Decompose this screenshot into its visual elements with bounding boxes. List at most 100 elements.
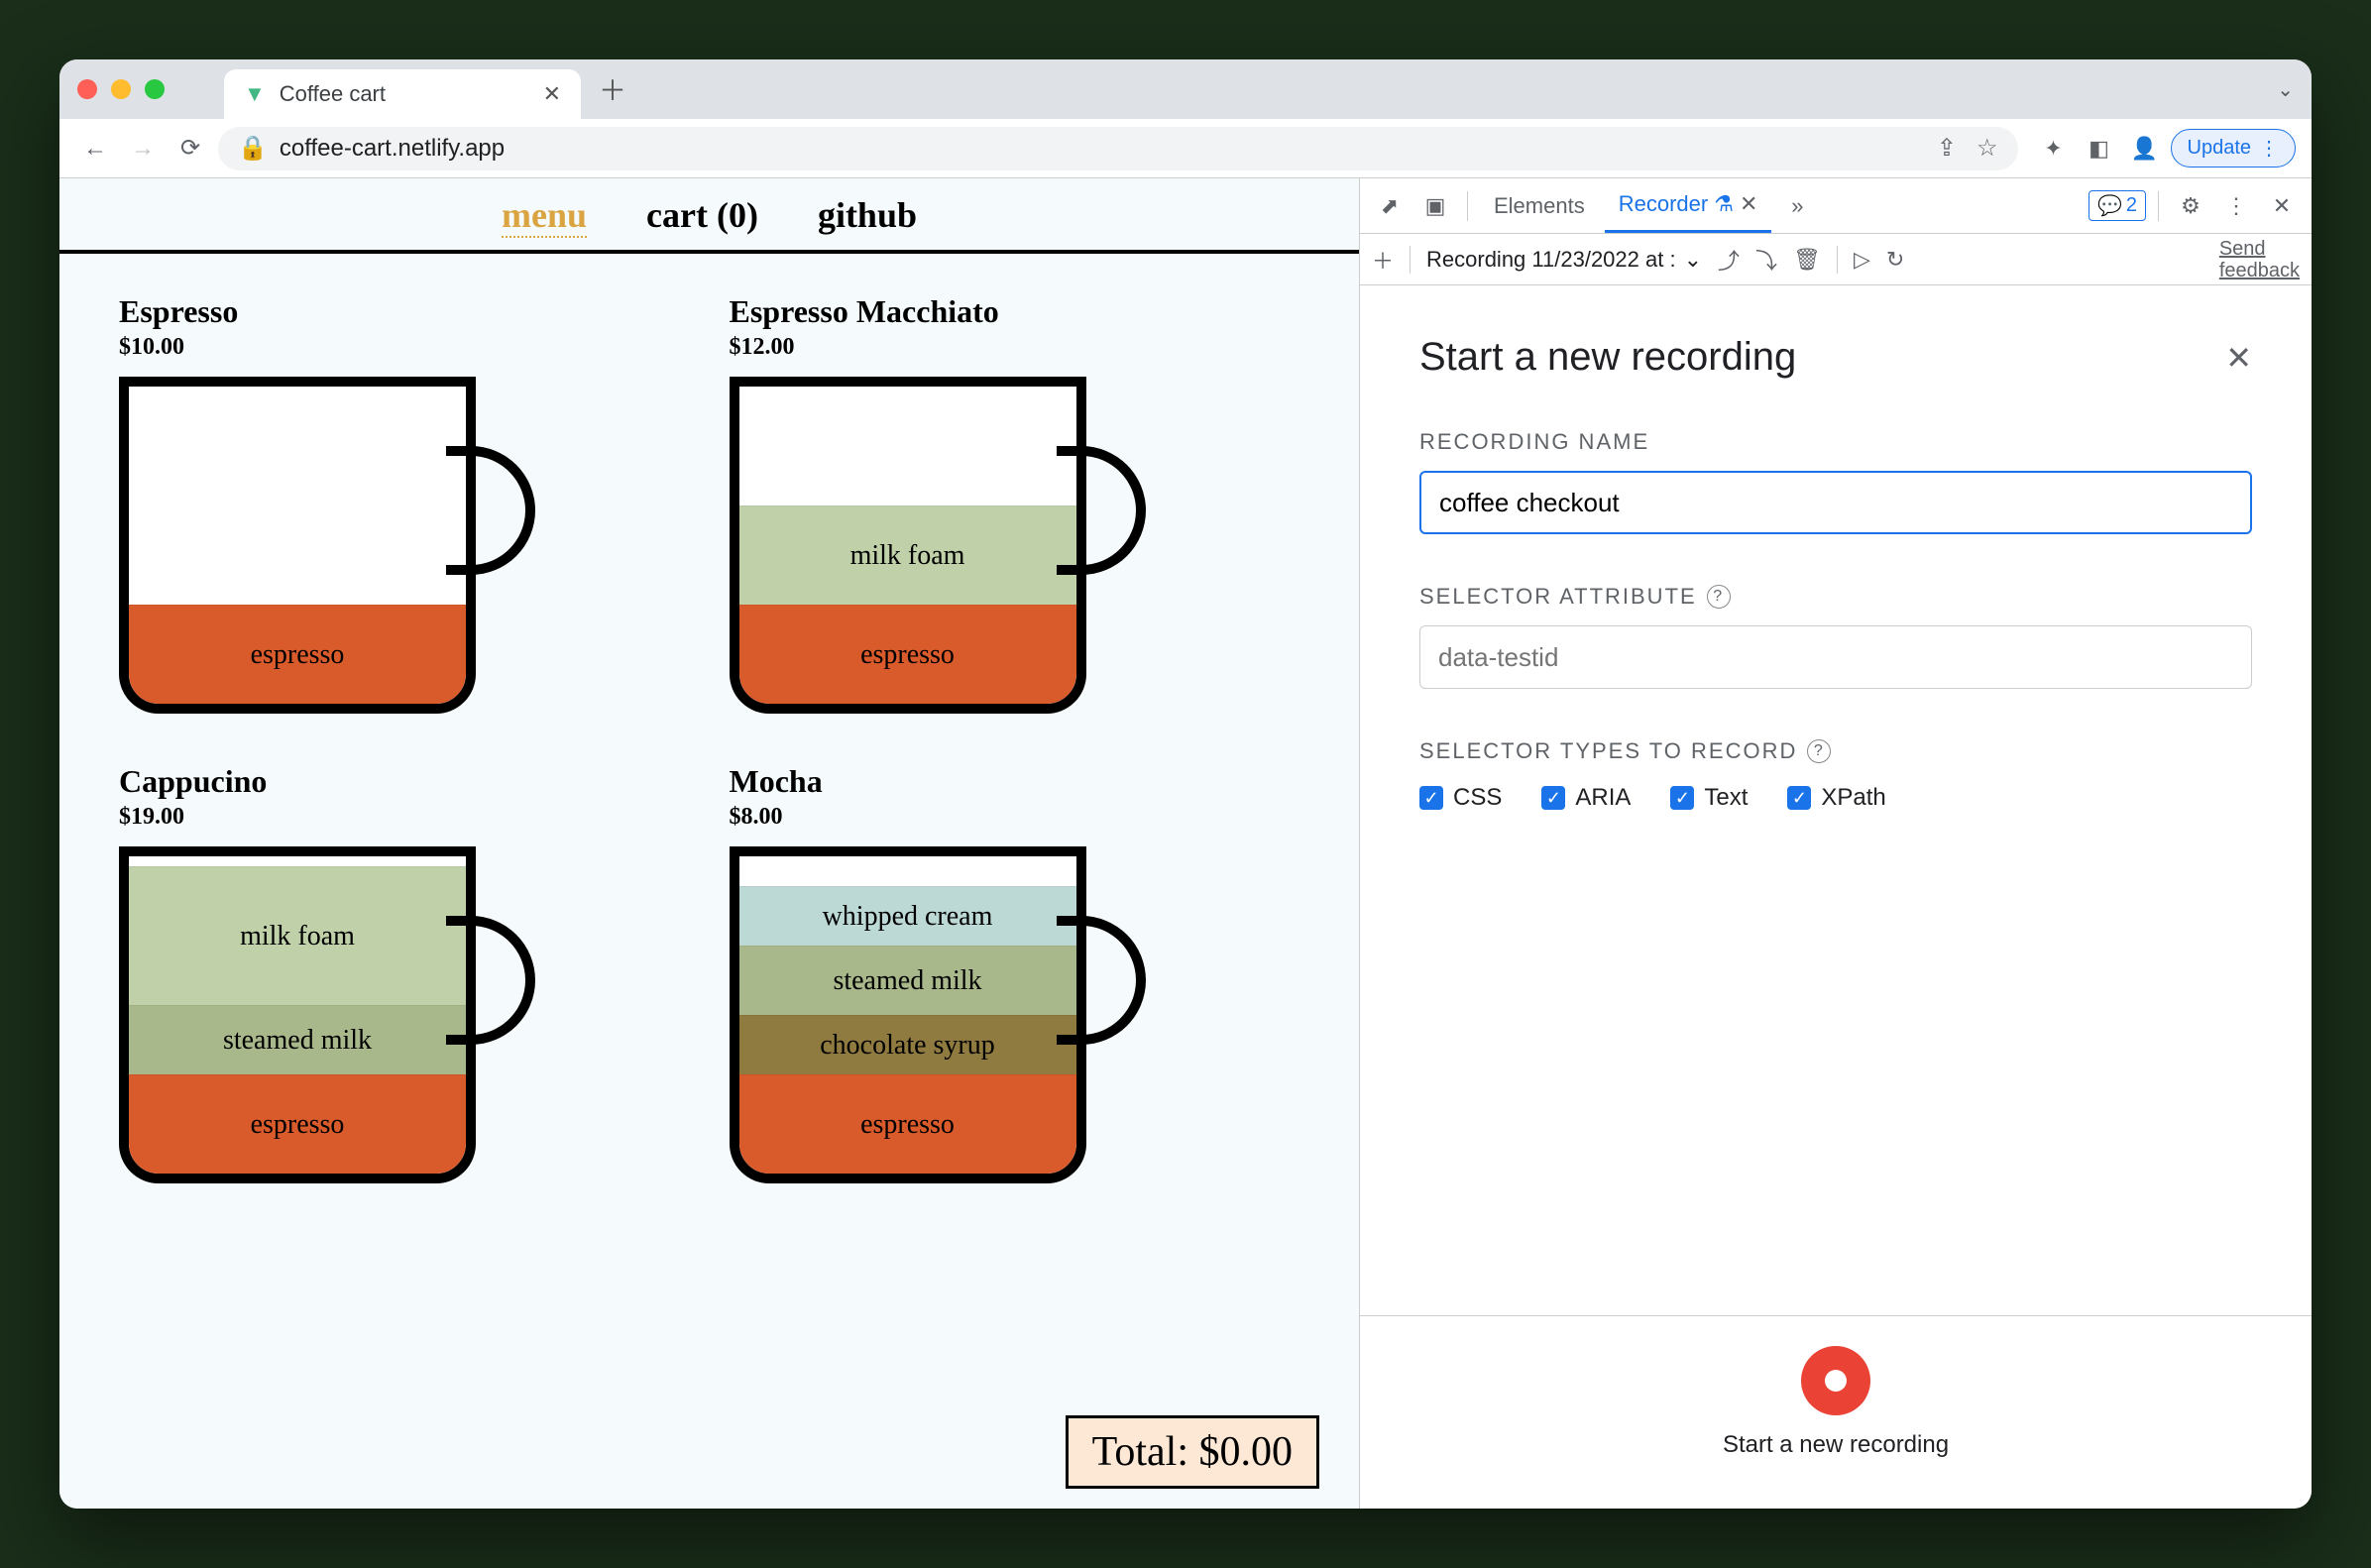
product-card[interactable]: Espresso $10.00 espresso [119, 293, 690, 733]
message-icon: 💬 [2097, 193, 2122, 218]
back-button[interactable]: ← [75, 129, 115, 168]
close-window-button[interactable] [77, 79, 97, 99]
recorder-form: Start a new recording ✕ RECORDING NAME S… [1360, 285, 2312, 1315]
lock-icon: 🔒 [238, 134, 268, 163]
address-bar: ← → ⟳ 🔒 coffee-cart.netlify.app ⇪ ☆ ✦ ◧ … [59, 119, 2312, 178]
maximize-window-button[interactable] [145, 79, 165, 99]
cup-handle-icon [1057, 916, 1146, 1045]
tab-elements[interactable]: Elements [1480, 178, 1599, 233]
selector-attribute-input[interactable] [1419, 625, 2252, 689]
cup-icon: milk foamsteamed milkespresso [119, 846, 476, 1183]
checkbox-text[interactable]: ✓Text [1670, 784, 1748, 812]
recording-name-label: RECORDING NAME [1419, 429, 2252, 455]
start-recording-button[interactable] [1801, 1346, 1870, 1415]
devtools-panel: ⬈ ▣ Elements Recorder ⚗ ✕ » 💬 2 ⚙ ⋮ ✕ [1360, 178, 2312, 1509]
recording-name-input[interactable] [1419, 471, 2252, 534]
new-tab-button[interactable]: ＋ [599, 69, 626, 109]
titlebar: ▼ Coffee cart ✕ ＋ ⌄ [59, 59, 2312, 119]
cup-icon: whipped creamsteamed milkchocolate syrup… [730, 846, 1086, 1183]
help-icon[interactable]: ? [1807, 739, 1831, 763]
product-price: $19.00 [119, 804, 690, 831]
minimize-window-button[interactable] [111, 79, 131, 99]
vue-favicon-icon: ▼ [244, 81, 266, 107]
cup-layer: chocolate syrup [739, 1015, 1076, 1074]
tab-recorder[interactable]: Recorder ⚗ ✕ [1605, 178, 1772, 233]
page-content: menu cart (0) github Espresso $10.00 esp… [59, 178, 1360, 1509]
export-icon[interactable]: ⤵ [1755, 244, 1777, 276]
bookmark-icon[interactable]: ☆ [1976, 134, 1998, 163]
product-price: $12.00 [730, 334, 1300, 361]
cart-total[interactable]: Total: $0.00 [1066, 1415, 1319, 1489]
new-recording-icon[interactable]: ＋ [1372, 244, 1394, 276]
cup-icon: milk foamespresso [730, 377, 1086, 714]
nav-menu[interactable]: menu [502, 194, 587, 238]
recorder-toolbar: ＋ Recording 11/23/2022 at : ⌄ ⤴ ⤵ 🗑 ▷ ↻ … [1360, 234, 2312, 285]
send-feedback-link[interactable]: Sendfeedback [2219, 238, 2300, 281]
cup-layer: milk foam [739, 505, 1076, 605]
delete-icon[interactable]: 🗑 [1793, 247, 1821, 273]
close-devtools-icon[interactable]: ✕ [2262, 193, 2302, 219]
recorder-footer: Start a new recording [1360, 1315, 2312, 1509]
product-name: Espresso Macchiato [730, 293, 1300, 330]
panel-title: Start a new recording ✕ [1419, 335, 2252, 380]
help-icon[interactable]: ? [1707, 585, 1731, 609]
cup-layer: espresso [129, 605, 466, 704]
cup-layer: espresso [739, 1074, 1076, 1174]
tab-title: Coffee cart [280, 81, 386, 107]
checkbox-aria[interactable]: ✓ARIA [1541, 784, 1631, 812]
settings-icon[interactable]: ⚙ [2171, 193, 2210, 219]
sidepanel-icon[interactable]: ◧ [2080, 129, 2119, 168]
issues-badge[interactable]: 💬 2 [2089, 190, 2146, 221]
menu-grid: Espresso $10.00 espresso Espresso Macchi… [59, 254, 1359, 1243]
share-icon[interactable]: ⇪ [1937, 134, 1957, 163]
checkbox-css[interactable]: ✓CSS [1419, 784, 1502, 812]
product-name: Espresso [119, 293, 690, 330]
update-button[interactable]: Update⋮ [2171, 129, 2297, 168]
checkbox-xpath[interactable]: ✓XPath [1787, 784, 1885, 812]
product-card[interactable]: Cappucino $19.00 milk foamsteamed milkes… [119, 763, 690, 1203]
extensions-icon[interactable]: ✦ [2034, 129, 2074, 168]
nav-github[interactable]: github [818, 194, 917, 238]
cup-layer: espresso [739, 605, 1076, 704]
inspect-icon[interactable]: ⬈ [1370, 193, 1410, 219]
import-icon[interactable]: ⤴ [1718, 244, 1740, 276]
flask-icon: ⚗ [1714, 191, 1734, 217]
cup-icon: espresso [119, 377, 476, 714]
close-tab-icon[interactable]: ✕ [543, 81, 561, 107]
cup-layer: steamed milk [739, 946, 1076, 1015]
close-tab-icon[interactable]: ✕ [1740, 191, 1757, 217]
product-name: Cappucino [119, 763, 690, 800]
product-price: $10.00 [119, 334, 690, 361]
step-icon[interactable]: ↻ [1886, 247, 1904, 273]
selector-types-label: SELECTOR TYPES TO RECORD ? [1419, 738, 2252, 764]
nav-cart[interactable]: cart (0) [646, 194, 758, 238]
browser-window: ▼ Coffee cart ✕ ＋ ⌄ ← → ⟳ 🔒 coffee-cart.… [59, 59, 2312, 1509]
cup-layer: whipped cream [739, 886, 1076, 946]
start-recording-label: Start a new recording [1360, 1431, 2312, 1459]
tabs-menu-icon[interactable]: ⌄ [2277, 77, 2294, 102]
forward-button[interactable]: → [123, 129, 163, 168]
selector-attribute-label: SELECTOR ATTRIBUTE ? [1419, 584, 2252, 610]
product-card[interactable]: Espresso Macchiato $12.00 milk foamespre… [730, 293, 1300, 733]
cup-handle-icon [446, 916, 535, 1045]
devtools-tabbar: ⬈ ▣ Elements Recorder ⚗ ✕ » 💬 2 ⚙ ⋮ ✕ [1360, 178, 2312, 234]
cup-layer: espresso [129, 1074, 466, 1174]
page-nav: menu cart (0) github [59, 178, 1359, 254]
play-icon[interactable]: ▷ [1854, 247, 1870, 273]
product-card[interactable]: Mocha $8.00 whipped creamsteamed milkcho… [730, 763, 1300, 1203]
reload-button[interactable]: ⟳ [170, 129, 210, 168]
traffic-lights [77, 79, 165, 99]
recording-selector[interactable]: Recording 11/23/2022 at : ⌄ [1426, 247, 1702, 273]
cup-handle-icon [1057, 446, 1146, 575]
product-name: Mocha [730, 763, 1300, 800]
more-tabs-icon[interactable]: » [1777, 193, 1817, 219]
close-panel-icon[interactable]: ✕ [2225, 339, 2252, 377]
product-price: $8.00 [730, 804, 1300, 831]
device-toggle-icon[interactable]: ▣ [1415, 193, 1455, 219]
browser-tab[interactable]: ▼ Coffee cart ✕ [224, 69, 581, 119]
url-field[interactable]: 🔒 coffee-cart.netlify.app ⇪ ☆ [218, 127, 2018, 170]
profile-icon[interactable]: 👤 [2125, 129, 2165, 168]
cup-layer: steamed milk [129, 1005, 466, 1074]
url-text: coffee-cart.netlify.app [280, 135, 505, 163]
kebab-menu-icon[interactable]: ⋮ [2216, 193, 2256, 219]
